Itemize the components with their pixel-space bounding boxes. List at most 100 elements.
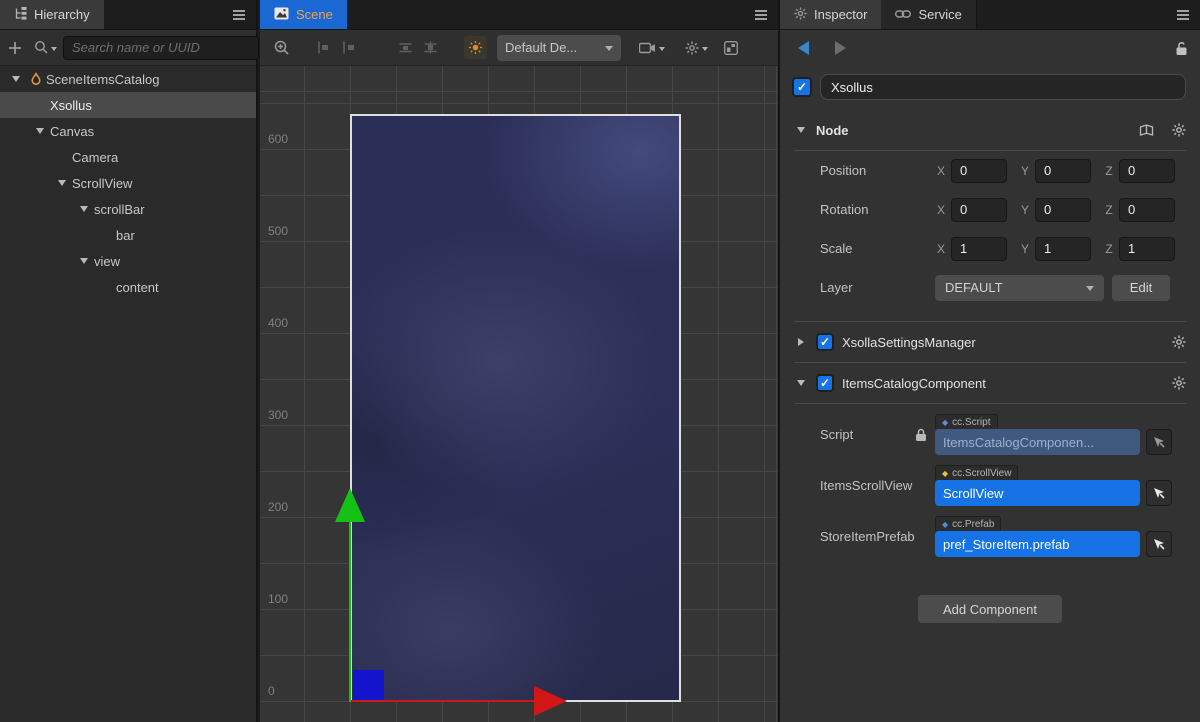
component-gear-icon[interactable] — [1172, 376, 1186, 390]
position-z-input[interactable] — [1119, 159, 1175, 183]
expand-arrow-icon[interactable] — [52, 180, 72, 186]
hierarchy-icon — [14, 7, 27, 23]
tree-item-scrollview[interactable]: ScrollView — [0, 170, 256, 196]
picker-icon[interactable] — [1146, 480, 1172, 506]
gizmo-y-arrow-icon[interactable] — [335, 488, 365, 522]
unlock-icon[interactable] — [1175, 41, 1188, 56]
gizmo-x-axis[interactable] — [351, 700, 534, 702]
position-row: Position X Y Z — [780, 151, 1200, 190]
tab-inspector[interactable]: Inspector — [780, 0, 881, 29]
component-enabled-checkbox[interactable]: ✓ — [816, 333, 834, 351]
node-active-checkbox[interactable]: ✓ — [792, 77, 812, 97]
items-catalog-title: ItemsCatalogComponent — [842, 376, 986, 391]
rotation-z-input[interactable] — [1119, 198, 1175, 222]
align-bottom-icon[interactable] — [423, 41, 438, 54]
node-settings-gear-icon[interactable] — [1172, 123, 1186, 137]
rotation-y-input[interactable] — [1035, 198, 1091, 222]
tree-item-view[interactable]: view — [0, 248, 256, 274]
scrollview-ref-field[interactable]: ScrollView — [935, 480, 1140, 506]
scene-settings-dropdown[interactable] — [685, 41, 708, 55]
layer-value: DEFAULT — [945, 280, 1003, 295]
zoom-region-icon[interactable] — [274, 40, 290, 56]
nav-back-icon[interactable] — [798, 41, 809, 55]
tree-item-label: Xsollus — [50, 98, 92, 113]
layout-grid-icon[interactable] — [724, 41, 738, 55]
gizmo-y-axis[interactable] — [349, 522, 351, 702]
expand-arrow-icon[interactable] — [74, 206, 94, 212]
node-name-field[interactable] — [820, 74, 1186, 100]
add-node-button[interactable] — [8, 41, 22, 55]
add-component-button[interactable]: Add Component — [918, 595, 1062, 623]
layer-dropdown[interactable]: DEFAULT — [935, 275, 1104, 301]
tab-hierarchy[interactable]: Hierarchy — [0, 0, 104, 29]
tree-item-bar[interactable]: bar — [0, 222, 256, 248]
axis-x-label: X — [935, 242, 947, 256]
service-tab-label: Service — [918, 7, 961, 22]
component-gear-icon[interactable] — [1172, 335, 1186, 349]
gear-icon — [685, 41, 699, 55]
scene-menu-icon[interactable] — [754, 9, 768, 21]
lighting-icon[interactable] — [464, 36, 487, 59]
collapse-component-icon[interactable] — [794, 380, 808, 386]
nav-forward-icon[interactable] — [835, 41, 846, 55]
picker-icon[interactable] — [1146, 531, 1172, 557]
node-section-title: Node — [816, 123, 849, 138]
axis-z-label: Z — [1103, 164, 1115, 178]
picker-icon[interactable] — [1146, 429, 1172, 455]
tree-item-xsollus[interactable]: Xsollus — [0, 92, 256, 118]
tree-item-label: ScrollView — [72, 176, 132, 191]
layer-edit-button[interactable]: Edit — [1112, 275, 1170, 301]
scene-tabbar: Scene — [260, 0, 778, 30]
position-y-input[interactable] — [1035, 159, 1091, 183]
scale-y-input[interactable] — [1035, 237, 1091, 261]
tree-item-label: SceneItemsCatalog — [46, 72, 159, 87]
items-catalog-header: ✓ ItemsCatalogComponent — [780, 363, 1200, 403]
expand-arrow-icon[interactable] — [6, 76, 26, 82]
scene-image-icon — [274, 7, 289, 23]
tab-service[interactable]: Service — [881, 0, 976, 29]
rotation-x-input[interactable] — [951, 198, 1007, 222]
hierarchy-tree: SceneItemsCatalog Xsollus Canvas Camera … — [0, 66, 256, 722]
gear-icon — [794, 7, 807, 23]
prefab-ref-field[interactable]: pref_StoreItem.prefab — [935, 531, 1140, 557]
inspector-body: ✓ Node Position X Y Z Rotation X — [780, 66, 1200, 722]
node-section-header: Node — [780, 110, 1200, 150]
align-right-icon[interactable] — [341, 41, 356, 54]
camera-dropdown[interactable] — [639, 42, 665, 54]
tree-item-scrollbar[interactable]: scrollBar — [0, 196, 256, 222]
inspector-menu-icon[interactable] — [1176, 9, 1190, 21]
tree-item-canvas[interactable]: Canvas — [0, 118, 256, 144]
tab-scene[interactable]: Scene — [260, 0, 347, 29]
origin-node-rect[interactable] — [353, 670, 384, 701]
tree-item-sceneitemscatalog[interactable]: SceneItemsCatalog — [0, 66, 256, 92]
collapse-node-icon[interactable] — [794, 127, 808, 133]
scale-x-input[interactable] — [951, 237, 1007, 261]
gizmo-x-arrow-icon[interactable] — [534, 686, 567, 716]
store-item-prefab-row: StoreItemPrefab ◆ cc.Prefab pref_StoreIt… — [780, 516, 1200, 557]
expand-arrow-icon[interactable] — [30, 128, 50, 134]
axis-x-label: X — [935, 164, 947, 178]
expand-arrow-icon[interactable] — [74, 258, 94, 264]
view-mode-dropdown[interactable]: Default De... — [497, 35, 621, 61]
component-enabled-checkbox[interactable]: ✓ — [816, 374, 834, 392]
script-label: Script — [820, 427, 915, 442]
script-ref-field[interactable]: ItemsCatalogComponen... — [935, 429, 1140, 455]
ruler-label-200: 200 — [268, 500, 288, 514]
position-x-input[interactable] — [951, 159, 1007, 183]
hierarchy-menu-icon[interactable] — [232, 9, 246, 21]
tree-item-label: Camera — [72, 150, 118, 165]
expand-component-icon[interactable] — [794, 338, 808, 346]
align-top-icon[interactable] — [398, 41, 413, 54]
tree-item-content[interactable]: content — [0, 274, 256, 300]
tree-item-camera[interactable]: Camera — [0, 144, 256, 170]
align-left-icon[interactable] — [316, 41, 331, 54]
inspector-panel: Inspector Service ✓ Node — [778, 0, 1200, 722]
search-input[interactable] — [63, 36, 259, 60]
scene-viewport[interactable]: 600 500 400 300 200 100 0 — [260, 66, 778, 722]
scale-z-input[interactable] — [1119, 237, 1175, 261]
search-filter-button[interactable] — [34, 40, 57, 55]
node-docs-icon[interactable] — [1139, 124, 1154, 137]
design-canvas[interactable] — [350, 114, 681, 702]
ruler-label-600: 600 — [268, 132, 288, 146]
search-icon — [34, 40, 49, 55]
